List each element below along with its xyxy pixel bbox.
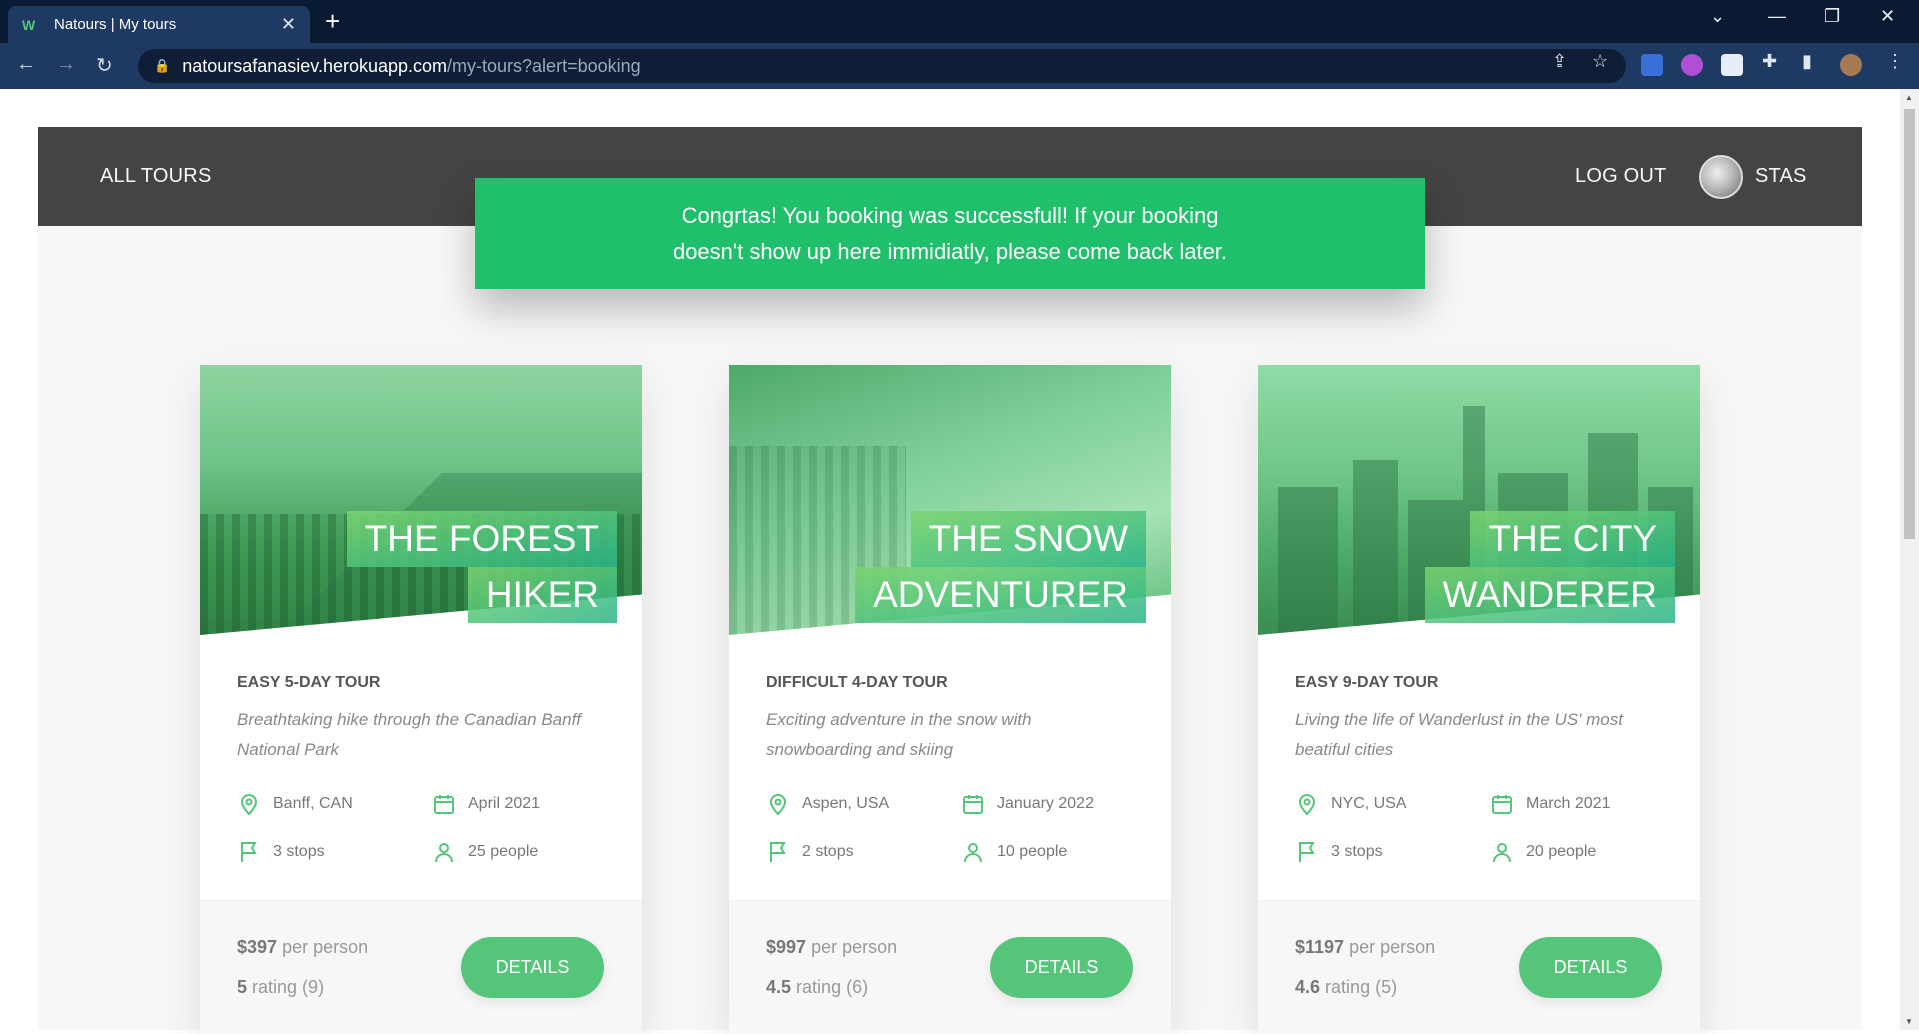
tour-location: Banff, CAN — [237, 792, 353, 816]
tour-rating: 4.6 rating (5) — [1295, 977, 1398, 997]
url-path: /my-tours?alert=booking — [447, 55, 641, 76]
calendar-icon — [1492, 795, 1512, 814]
tour-price: $397 per person — [237, 937, 369, 957]
user-icon — [964, 843, 982, 863]
tour-card: The Snow Adventurer Difficult 4-day tour … — [729, 365, 1171, 1034]
restore-icon[interactable]: ❐ — [1824, 6, 1840, 27]
tour-rating: 4.5 rating (6) — [766, 977, 869, 997]
scrollbar-thumb[interactable] — [1904, 109, 1915, 539]
details-button[interactable]: Details — [1519, 937, 1662, 998]
browser-menu-icon[interactable]: ⋮ — [1886, 51, 1904, 72]
close-window-icon[interactable]: ✕ — [1880, 6, 1895, 27]
alert-line-1: Congrtas! You booking was successfull! I… — [681, 203, 1219, 228]
tour-people: 25 people — [432, 840, 538, 864]
page-scrollbar[interactable]: ▲ ▼ — [1900, 89, 1919, 1030]
tour-card-footer: $997 per person 4.5 rating (6) Details — [729, 900, 1171, 1034]
new-tab-icon[interactable]: + — [325, 8, 340, 34]
tour-people: 10 people — [961, 840, 1067, 864]
natours-favicon-icon: W — [22, 16, 36, 33]
tour-card-title: The Forest Hiker — [346, 511, 617, 623]
back-icon[interactable]: ← — [16, 53, 36, 76]
tour-card-footer: $397 per person 5 rating (9) Details — [200, 900, 642, 1034]
tour-card-subheading: Easy 9-day tour — [1295, 674, 1439, 691]
tour-people: 20 people — [1490, 840, 1596, 864]
forward-icon[interactable]: → — [56, 53, 76, 76]
close-tab-icon[interactable]: ✕ — [281, 14, 296, 35]
calendar-icon — [963, 795, 983, 814]
flag-icon — [770, 842, 786, 862]
bookmark-star-icon[interactable]: ☆ — [1592, 51, 1608, 72]
tab-search-icon[interactable]: ⌄ — [1710, 6, 1725, 27]
color-extension-icon[interactable] — [1681, 54, 1703, 76]
tour-location: NYC, USA — [1295, 792, 1407, 816]
tour-card-subheading: Easy 5-day tour — [237, 674, 381, 691]
all-tours-link[interactable]: All tours — [100, 165, 211, 188]
screen-extension-icon[interactable] — [1721, 54, 1743, 76]
browser-tabbar: W Natours | My tours ✕ + ⌄ — ❐ ✕ — [0, 0, 1919, 43]
map-pin-icon — [240, 794, 258, 816]
page-viewport: All tours Log out STAS The Forest Hiker E… — [0, 89, 1919, 1034]
details-button[interactable]: Details — [990, 937, 1133, 998]
flag-icon — [1299, 842, 1315, 862]
tour-date: March 2021 — [1490, 792, 1611, 816]
scroll-down-icon[interactable]: ▼ — [1905, 1017, 1913, 1026]
address-bar[interactable]: 🔒 natoursafanasiev.herokuapp.com/my-tour… — [138, 49, 1626, 83]
tour-card-title: The City Wanderer — [1424, 511, 1675, 623]
tour-card: The Forest Hiker Easy 5-day tour Breathta… — [200, 365, 642, 1034]
user-icon — [435, 843, 453, 863]
tour-stops: 2 stops — [766, 840, 854, 864]
tour-stops: 3 stops — [1295, 840, 1383, 864]
flag-icon — [241, 842, 257, 862]
calendar-icon — [434, 795, 454, 814]
tour-card: The City Wanderer Easy 9-day tour Living … — [1258, 365, 1700, 1034]
side-panel-icon[interactable]: ▮ — [1802, 51, 1812, 72]
tour-price: $1197 per person — [1295, 937, 1436, 957]
tour-date: January 2022 — [961, 792, 1094, 816]
map-pin-icon — [1298, 794, 1316, 816]
user-icon — [1493, 843, 1511, 863]
reload-icon[interactable]: ↻ — [96, 53, 113, 78]
user-avatar[interactable] — [1699, 155, 1743, 199]
url-host: natoursafanasiev.herokuapp.com — [182, 55, 448, 76]
scroll-up-icon[interactable]: ▲ — [1905, 93, 1913, 102]
tour-date: April 2021 — [432, 792, 540, 816]
user-name-link[interactable]: STAS — [1755, 165, 1807, 188]
tour-card-subheading: Difficult 4-day tour — [766, 674, 948, 691]
browser-tab[interactable]: W Natours | My tours ✕ — [8, 6, 310, 43]
profile-avatar-icon[interactable] — [1840, 54, 1862, 76]
log-out-link[interactable]: Log out — [1575, 165, 1666, 188]
map-pin-icon — [769, 794, 787, 816]
browser-toolbar: ← → ↻ 🔒 natoursafanasiev.herokuapp.com/m… — [0, 43, 1919, 89]
tour-card-summary: Breathtaking hike through the Canadian B… — [237, 710, 582, 759]
minimize-icon[interactable]: — — [1768, 6, 1786, 27]
translate-extension-icon[interactable] — [1641, 54, 1663, 76]
details-button[interactable]: Details — [461, 937, 604, 998]
tour-stops: 3 stops — [237, 840, 325, 864]
tab-title: Natours | My tours — [54, 16, 177, 33]
tour-location: Aspen, USA — [766, 792, 889, 816]
alert-line-2: doesn't show up here immidiatly, please … — [672, 239, 1228, 264]
lock-icon[interactable]: 🔒 — [154, 58, 170, 74]
tour-price: $997 per person — [766, 937, 898, 957]
tour-card-summary: Living the life of Wanderlust in the US'… — [1295, 710, 1623, 759]
extensions-puzzle-icon[interactable]: ✚ — [1762, 51, 1777, 72]
tour-card-title: The Snow Adventurer — [855, 511, 1146, 623]
tour-rating: 5 rating (9) — [237, 977, 325, 997]
share-icon[interactable]: ⇪ — [1552, 51, 1567, 72]
tour-card-summary: Exciting adventure in the snow with snow… — [766, 710, 1032, 759]
booking-success-alert: Congrtas! You booking was successfull! I… — [475, 178, 1425, 289]
tour-card-footer: $1197 per person 4.6 rating (5) Details — [1258, 900, 1700, 1034]
